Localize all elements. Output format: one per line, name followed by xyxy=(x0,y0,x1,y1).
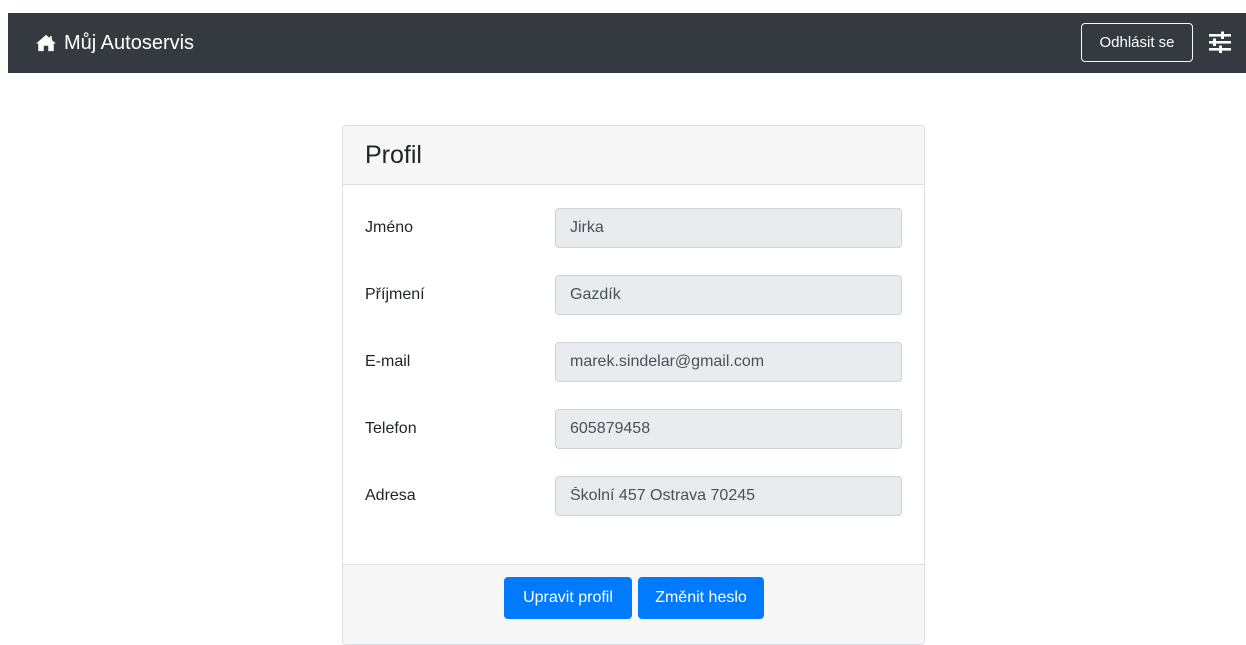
first-name-field[interactable] xyxy=(555,208,902,248)
form-row-email: E-mail xyxy=(343,341,924,383)
form-row-address: Adresa xyxy=(343,475,924,517)
form-row-last-name: Příjmení xyxy=(343,274,924,316)
home-icon xyxy=(36,34,56,52)
navbar: Můj Autoservis Odhlásit se xyxy=(8,13,1246,73)
form-row-first-name: Jméno xyxy=(343,207,924,249)
form-row-phone: Telefon xyxy=(343,408,924,450)
edit-profile-button[interactable]: Upravit profil xyxy=(504,577,632,619)
address-field[interactable] xyxy=(555,476,902,516)
first-name-label: Jméno xyxy=(365,219,414,236)
last-name-label: Příjmení xyxy=(365,286,425,303)
profile-card: Profil Jméno Příjmení E-mail Telefon Adr… xyxy=(342,125,925,645)
settings-button[interactable] xyxy=(1207,29,1233,55)
profile-card-header: Profil xyxy=(343,126,924,185)
phone-label: Telefon xyxy=(365,420,417,437)
email-field[interactable] xyxy=(555,342,902,382)
last-name-field[interactable] xyxy=(555,275,902,315)
profile-card-footer: Upravit profil Změnit heslo xyxy=(343,564,924,644)
logout-button[interactable]: Odhlásit se xyxy=(1081,23,1193,62)
sliders-icon xyxy=(1209,31,1231,53)
email-label: E-mail xyxy=(365,353,411,370)
brand-name: Můj Autoservis xyxy=(64,31,195,54)
change-password-button[interactable]: Změnit heslo xyxy=(638,577,764,619)
brand-link[interactable]: Můj Autoservis xyxy=(35,13,194,73)
page-title: Profil xyxy=(365,141,422,169)
phone-field[interactable] xyxy=(555,409,902,449)
address-label: Adresa xyxy=(365,487,416,504)
